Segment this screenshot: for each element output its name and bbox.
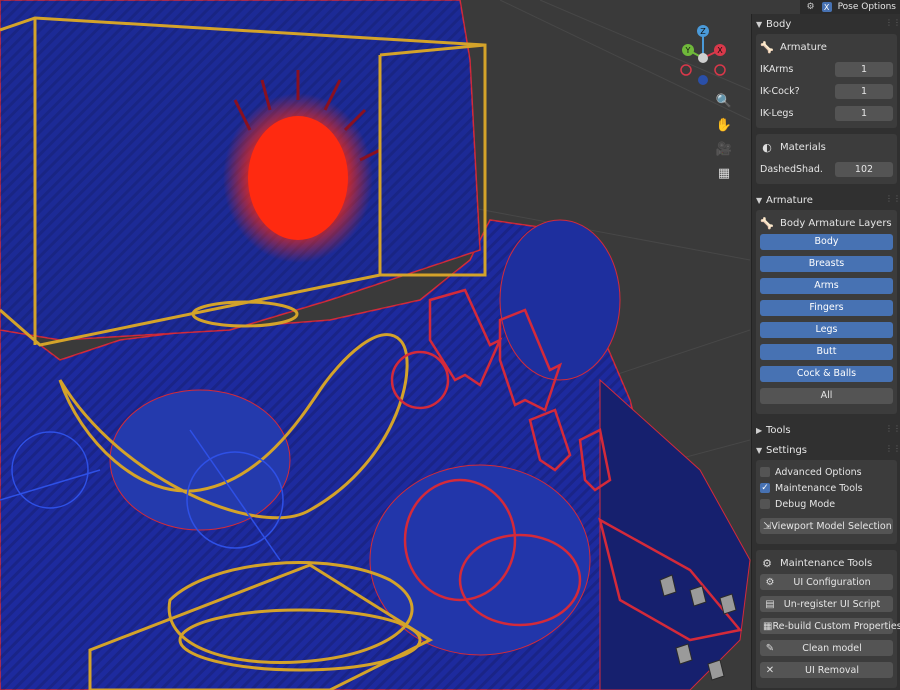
chevron-down-icon: ▼ <box>756 445 763 455</box>
prop-dashed-shading: DashedShad... 102 <box>760 158 893 180</box>
layer-all-button[interactable]: All <box>760 388 893 404</box>
layer-legs-button[interactable]: Legs <box>760 322 893 338</box>
svg-text:Y: Y <box>685 46 691 55</box>
drag-grip-icon[interactable]: ⋮⋮ <box>885 425 900 433</box>
drag-grip-icon[interactable]: ⋮⋮ <box>885 445 900 453</box>
dashed-shading-field[interactable]: 102 <box>835 161 893 177</box>
selection-icon: ⇲ <box>763 520 772 532</box>
overlay-toggle-icon[interactable]: ⚙ <box>806 2 816 12</box>
ik-cock-field[interactable]: 1 <box>835 83 893 99</box>
grid-icon[interactable]: ▦ <box>713 162 735 184</box>
layer-arms-button[interactable]: Arms <box>760 278 893 294</box>
layer-fingers-button[interactable]: Fingers <box>760 300 893 316</box>
prop-ik-arms: IKArms 1 <box>760 58 893 80</box>
armature-layers-box: 🦴 Body Armature Layers Body Breasts Arms… <box>756 210 897 414</box>
close-chip[interactable]: X <box>821 2 832 12</box>
viewport-model-selection-button[interactable]: ⇲ Viewport Model Selection <box>760 518 893 534</box>
debug-mode-checkbox[interactable]: Debug Mode <box>760 496 893 512</box>
camera-icon[interactable]: 🎥 <box>713 138 735 160</box>
navigation-gizmo[interactable]: Z Y X <box>670 22 736 88</box>
ik-arms-field[interactable]: 1 <box>835 61 893 77</box>
layer-butt-button[interactable]: Butt <box>760 344 893 360</box>
checkbox-unchecked-icon <box>760 467 770 477</box>
maintenance-tools-box: ⚙ Maintenance Tools ⚙ UI Configuration ▤… <box>756 550 900 688</box>
pan-hand-icon[interactable]: ✋ <box>713 114 735 136</box>
layer-breasts-button[interactable]: Breasts <box>760 256 893 272</box>
clean-model-button[interactable]: ✎ Clean model <box>760 640 893 656</box>
rebuild-icon: ▦ <box>763 620 773 632</box>
armature-props-box: 🦴 Armature IKArms 1 IK-Cock? 1 IK-Legs 1 <box>756 34 897 128</box>
checkbox-checked-icon: ✓ <box>760 483 770 493</box>
advanced-options-checkbox[interactable]: Advanced Options <box>760 464 893 480</box>
drag-grip-icon[interactable]: ⋮⋮ <box>885 195 900 203</box>
header-strip: ⚙ X Pose Options <box>799 0 900 14</box>
ui-configuration-button[interactable]: ⚙ UI Configuration <box>760 574 893 590</box>
section-body-header[interactable]: ▼ Body ⋮⋮ <box>752 14 900 34</box>
chevron-down-icon: ▼ <box>756 195 763 205</box>
section-tools-header[interactable]: ▶ Tools ⋮⋮ <box>752 420 900 440</box>
settings-box: Advanced Options ✓ Maintenance Tools Deb… <box>756 460 897 544</box>
document-icon: ▤ <box>765 598 775 610</box>
armature-icon: 🦴 <box>760 216 774 230</box>
layer-body-button[interactable]: Body <box>760 234 893 250</box>
pose-options-menu[interactable]: Pose Options <box>838 2 896 12</box>
zoom-icon[interactable]: 🔍 <box>713 90 735 112</box>
sidebar-panel: ▼ Body ⋮⋮ 🦴 Armature IKArms 1 IK-Cock? 1… <box>751 14 900 690</box>
unregister-ui-script-button[interactable]: ▤ Un-register UI Script <box>760 596 893 612</box>
ik-legs-field[interactable]: 1 <box>835 105 893 121</box>
armature-icon: 🦴 <box>760 40 774 54</box>
chevron-right-icon: ▶ <box>756 425 763 435</box>
section-settings-header[interactable]: ▼ Settings ⋮⋮ <box>752 440 900 460</box>
brush-icon: ✎ <box>765 642 775 654</box>
drag-grip-icon[interactable]: ⋮⋮ <box>885 19 900 27</box>
viewport-nav-buttons: 🔍 ✋ 🎥 ▦ <box>713 90 737 186</box>
svg-text:Z: Z <box>700 27 706 36</box>
svg-text:X: X <box>717 46 723 55</box>
section-armature-header[interactable]: ▼ Armature ⋮⋮ <box>752 190 900 210</box>
x-icon: ✕ <box>765 664 775 676</box>
chevron-down-icon: ▼ <box>756 19 763 29</box>
gizmo-center <box>698 53 708 63</box>
prop-ik-legs: IK-Legs 1 <box>760 102 893 124</box>
materials-box: ◐ Materials DashedShad... 102 <box>756 134 897 184</box>
material-sphere-icon: ◐ <box>762 140 772 154</box>
checkbox-unchecked-icon <box>760 499 770 509</box>
ui-removal-button[interactable]: ✕ UI Removal <box>760 662 893 678</box>
rebuild-custom-properties-button[interactable]: ▦ Re-build Custom Properties <box>760 618 900 634</box>
maintenance-tools-checkbox[interactable]: ✓ Maintenance Tools <box>760 480 893 496</box>
gears-icon: ⚙ <box>762 556 772 570</box>
prop-ik-cock: IK-Cock? 1 <box>760 80 893 102</box>
gear-icon: ⚙ <box>765 576 775 588</box>
layer-cock-balls-button[interactable]: Cock & Balls <box>760 366 893 382</box>
